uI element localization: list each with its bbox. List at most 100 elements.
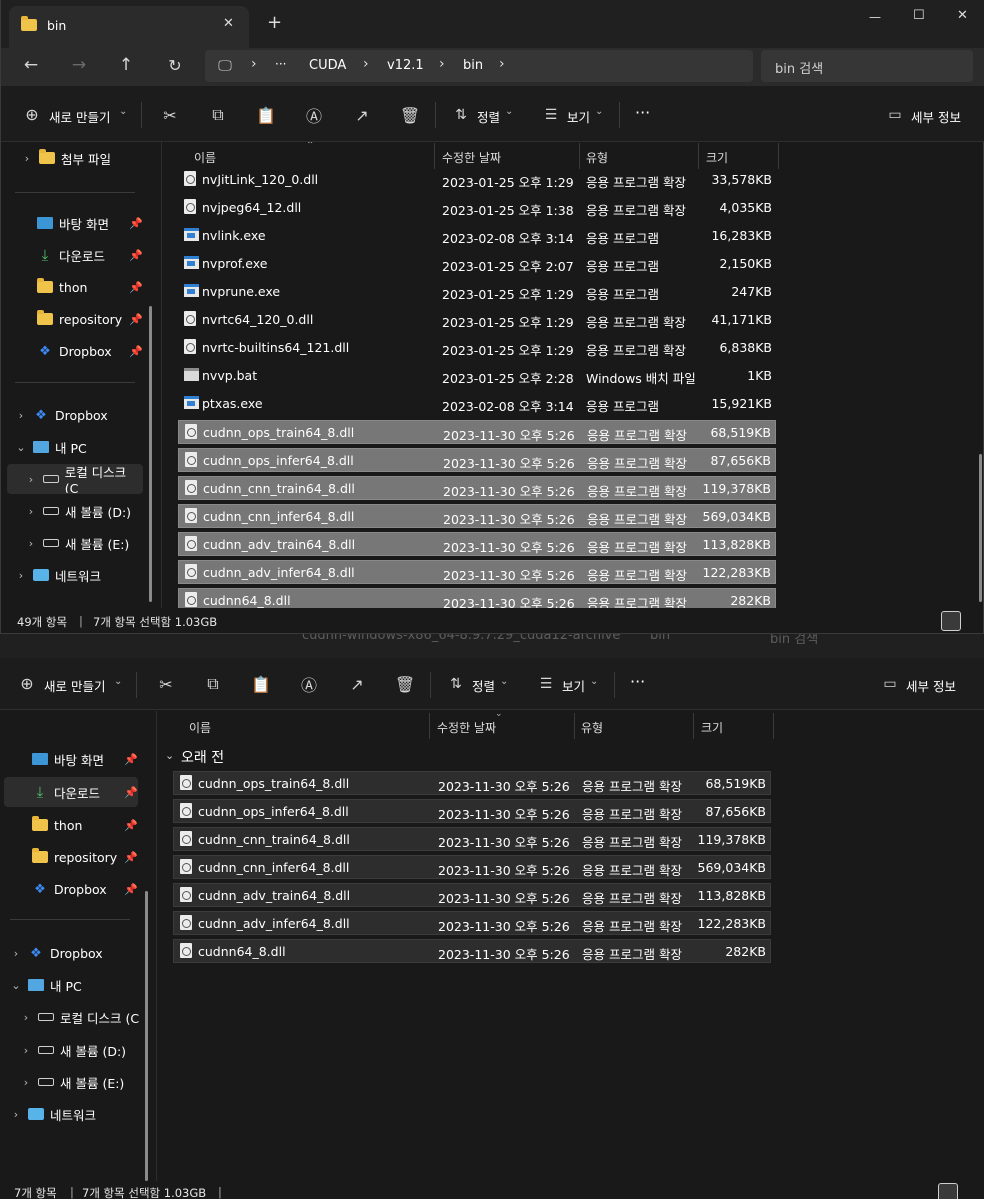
rename-icon[interactable]: Ⓐ [304, 105, 324, 126]
tiles-view-button[interactable] [960, 1183, 980, 1199]
sidebar-item-repository[interactable]: repository [37, 305, 122, 333]
cut-icon[interactable]: ✂ [156, 674, 176, 694]
delete-icon[interactable]: 🗑 [395, 674, 415, 694]
sidebar-item-local-disk-c[interactable]: › 로컬 디스크 (C [23, 465, 143, 493]
breadcrumb-bin[interactable]: bin [463, 58, 483, 73]
pin-icon[interactable]: 📌 [129, 313, 143, 326]
pin-icon[interactable]: 📌 [124, 819, 138, 832]
copy-icon[interactable]: ⧉ [203, 674, 223, 694]
file-row[interactable]: nvjpeg64_12.dll 2023-01-25 오후 1:38 응용 프로그램… [178, 196, 776, 220]
chevron-down-icon[interactable]: ⌄ [165, 749, 174, 762]
share-icon[interactable]: ↗ [352, 105, 372, 125]
details-view-button[interactable] [938, 1183, 958, 1199]
file-row[interactable]: cudnn_adv_train64_8.dll 2023-11-30 오후 5:2… [173, 883, 771, 907]
back-new-button[interactable]: 새로 만들기 [44, 676, 105, 695]
breadcrumb-v12[interactable]: v12.1 [387, 58, 424, 73]
sidebar-item-dropbox-quick[interactable]: ❖ Dropbox [37, 337, 112, 365]
file-list-scrollbar[interactable] [979, 454, 982, 602]
file-row[interactable]: cudnn_ops_train64_8.dll 2023-11-30 오후 5:2… [173, 771, 771, 795]
file-row[interactable]: cudnn64_8.dll 2023-11-30 오후 5:26 응용 프로그램 확… [173, 939, 771, 963]
pin-icon[interactable]: 📌 [129, 281, 143, 294]
close-window-button[interactable]: ✕ [957, 8, 968, 23]
sidebar-item-dropbox[interactable]: › ❖ Dropbox [13, 401, 108, 429]
file-row[interactable]: nvprune.exe 2023-01-25 오후 1:29 응용 프로그램 247K… [178, 280, 776, 304]
search-input[interactable]: bin 검색 [775, 58, 823, 77]
details-view-button[interactable] [941, 611, 961, 631]
sidebar-scrollbar[interactable] [145, 891, 148, 1181]
chevron-right-icon[interactable]: › [363, 56, 369, 72]
paste-icon[interactable]: 📋 [256, 105, 276, 125]
divider[interactable] [434, 143, 435, 169]
file-row[interactable]: cudnn_cnn_infer64_8.dll 2023-11-30 오후 5:2… [173, 855, 771, 879]
sidebar-item-thon[interactable]: thon [37, 273, 87, 301]
minimize-button[interactable]: — [869, 10, 881, 24]
file-row[interactable]: nvrtc64_120_0.dll 2023-01-25 오후 1:29 응용 프로… [178, 308, 776, 332]
column-header-date[interactable]: 수정한 날짜 [442, 149, 501, 166]
divider[interactable] [693, 713, 694, 739]
sidebar-item-repository[interactable]: repository [32, 843, 117, 871]
chevron-right-icon[interactable]: › [8, 947, 24, 960]
file-row[interactable]: cudnn_ops_infer64_8.dll 2023-11-30 오후 5:2… [173, 799, 771, 823]
file-row[interactable]: ptxas.exe 2023-02-08 오후 3:14 응용 프로그램 15,921… [178, 392, 776, 416]
sidebar-item-local-disk-c[interactable]: › 로컬 디스크 (C [18, 1003, 140, 1031]
copy-icon[interactable]: ⧉ [208, 105, 228, 125]
delete-icon[interactable]: 🗑 [400, 105, 420, 125]
paste-icon[interactable]: 📋 [251, 674, 271, 694]
new-tab-button[interactable]: + [267, 12, 282, 33]
file-row[interactable]: nvlink.exe 2023-02-08 오후 3:14 응용 프로그램 16,28… [178, 224, 776, 248]
pin-icon[interactable]: 📌 [124, 786, 138, 799]
file-row[interactable]: cudnn_cnn_train64_8.dll 2023-11-30 오후 5:2… [173, 827, 771, 851]
pin-icon[interactable]: 📌 [129, 345, 143, 358]
column-header-name[interactable]: 이름 [189, 719, 211, 736]
chevron-right-icon[interactable]: › [499, 56, 505, 72]
sidebar-item-network[interactable]: › 네트워크 [13, 561, 101, 589]
file-row[interactable]: cudnn_adv_infer64_8.dll 2023-11-30 오후 5:2… [178, 560, 776, 584]
back-sort-button[interactable]: 정렬 [472, 676, 495, 695]
refresh-icon[interactable]: ↻ [165, 55, 185, 75]
pin-icon[interactable]: 📌 [129, 249, 143, 262]
file-row[interactable]: cudnn_cnn_train64_8.dll 2023-11-30 오후 5:2… [178, 476, 776, 500]
tab-bin[interactable]: bin ✕ [9, 6, 249, 48]
sidebar-item-dropbox-quick[interactable]: ❖ Dropbox [32, 875, 107, 903]
chevron-right-icon[interactable]: › [13, 409, 29, 422]
group-header[interactable]: 오래 전 [181, 747, 224, 767]
up-arrow-icon[interactable]: ↑ [116, 55, 136, 75]
back-more-button[interactable]: ··· [630, 672, 645, 691]
file-row[interactable]: nvJitLink_120_0.dll 2023-01-25 오후 1:29 응용 … [178, 168, 776, 192]
sidebar-item-this-pc[interactable]: ⌄ 내 PC [8, 971, 81, 999]
pin-icon[interactable]: 📌 [129, 217, 143, 230]
back-arrow-icon[interactable]: ← [21, 55, 41, 75]
search-box[interactable]: bin 검색 [761, 50, 973, 82]
view-button[interactable]: 보기 [567, 107, 590, 126]
address-bar[interactable]: 🖵 › ··· CUDA › v12.1 › bin › [205, 50, 753, 82]
sidebar-item-thon[interactable]: thon [32, 811, 82, 839]
column-header-type[interactable]: 유형 [586, 149, 608, 166]
chevron-right-icon[interactable]: › [23, 537, 39, 550]
forward-arrow-icon[interactable]: → [69, 55, 89, 75]
rename-icon[interactable]: Ⓐ [299, 674, 319, 695]
divider[interactable] [574, 713, 575, 739]
chevron-right-icon[interactable]: › [13, 569, 29, 582]
file-row[interactable]: nvvp.bat 2023-01-25 오후 2:28 Windows 배치 파일 1… [178, 364, 776, 388]
details-button[interactable]: 세부 정보 [911, 107, 961, 126]
sidebar-item-volume-e[interactable]: › 새 볼륨 (E:) [23, 529, 130, 557]
sidebar-item-downloads[interactable]: ⤓ 다운로드 [32, 778, 100, 806]
breadcrumb-cuda[interactable]: CUDA [309, 58, 346, 73]
column-header-type[interactable]: 유형 [581, 719, 603, 736]
pin-icon[interactable]: 📌 [124, 753, 138, 766]
divider[interactable] [579, 143, 580, 169]
pin-icon[interactable]: 📌 [124, 851, 138, 864]
more-button[interactable]: ··· [635, 103, 650, 122]
sidebar-item-network[interactable]: › 네트워크 [8, 1100, 96, 1128]
chevron-right-icon[interactable]: › [18, 1011, 34, 1024]
file-row[interactable]: cudnn_adv_train64_8.dll 2023-11-30 오후 5:2… [178, 532, 776, 556]
chevron-right-icon[interactable]: › [19, 152, 35, 165]
maximize-button[interactable]: ☐ [913, 8, 925, 23]
breadcrumb-ellipsis[interactable]: ··· [275, 57, 286, 71]
sidebar-item-downloads[interactable]: ⤓ 다운로드 [37, 241, 105, 269]
cut-icon[interactable]: ✂ [160, 105, 180, 125]
column-header-date[interactable]: 수정한 날짜 [437, 719, 496, 736]
column-header-size[interactable]: 크기 [701, 719, 723, 736]
back-view-button[interactable]: 보기 [562, 676, 585, 695]
divider[interactable] [778, 143, 779, 169]
